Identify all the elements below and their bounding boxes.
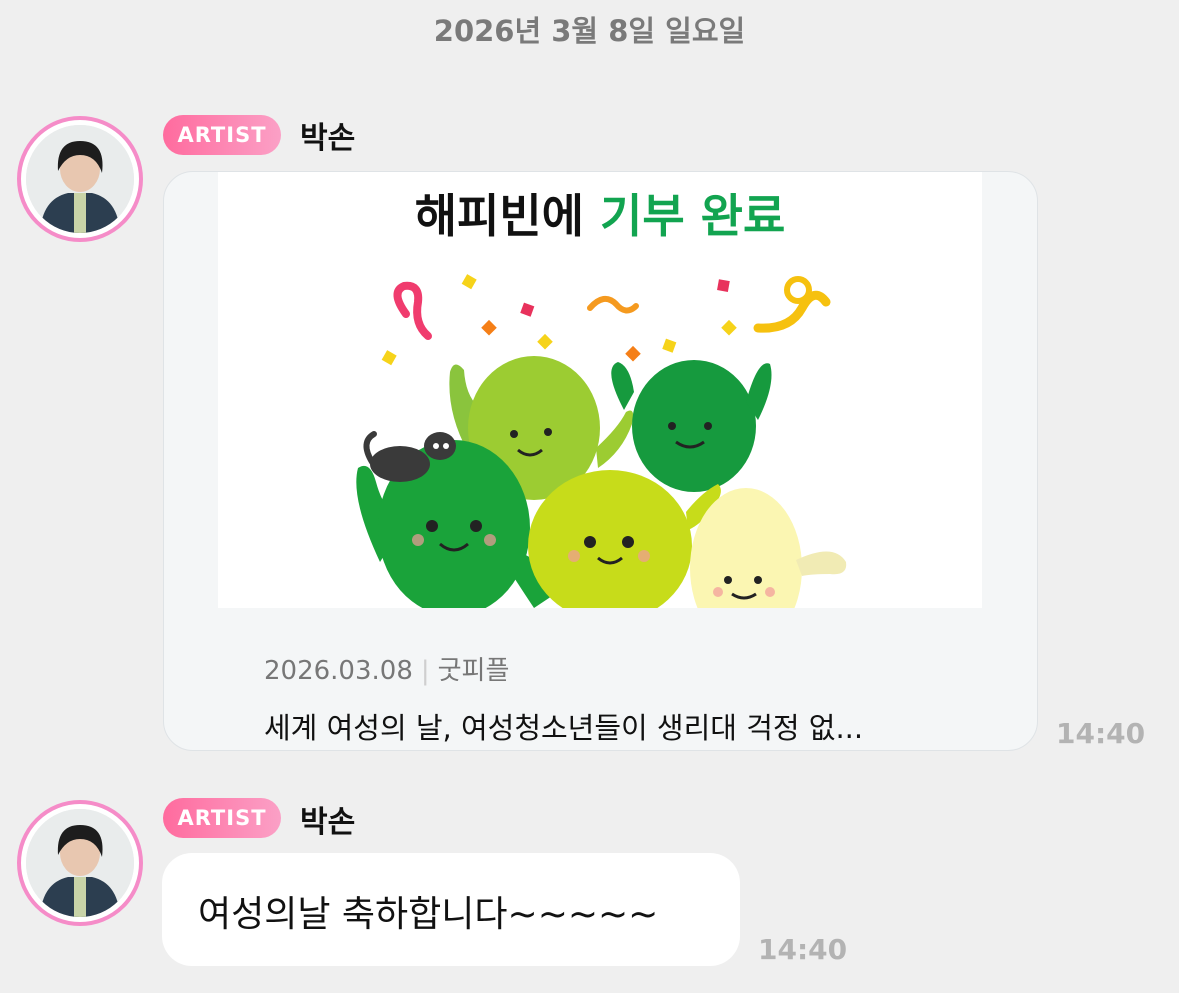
chat-screen: 2026년 3월 8일 일요일 ARTIST 박손 해피빈에 기부 완료 202… (0, 0, 1179, 993)
card-image: 해피빈에 기부 완료 (218, 172, 982, 608)
headline-green-text: 기부 완료 (600, 189, 786, 243)
card-source: 굿피플 (437, 656, 510, 686)
card-date: 2026.03.08 (264, 656, 413, 686)
sender-name[interactable]: 박손 (300, 797, 355, 841)
avatar-photo (26, 125, 134, 233)
message-timestamp: 14:40 (758, 933, 848, 966)
message-timestamp: 14:40 (1056, 717, 1146, 750)
message-text: 여성의날 축하합니다~~~~~ (198, 894, 659, 935)
headline-black-text: 해피빈에 (414, 189, 584, 243)
avatar[interactable] (17, 800, 143, 926)
happybean-characters-illustration (356, 274, 847, 608)
card-headline: 해피빈에 기부 완료 (218, 180, 982, 246)
sender-name[interactable]: 박손 (300, 113, 355, 157)
meta-separator: | (420, 656, 430, 686)
message-bubble[interactable]: 여성의날 축하합니다~~~~~ (162, 853, 740, 966)
artist-badge: ARTIST (163, 798, 281, 838)
avatar-photo (26, 809, 134, 917)
avatar[interactable] (17, 116, 143, 242)
link-preview-card[interactable]: 해피빈에 기부 완료 2026.03.08 | 굿피플 세계 여성의 날, 여성… (163, 171, 1038, 751)
date-divider: 2026년 3월 8일 일요일 (433, 14, 746, 48)
card-meta: 2026.03.08 | 굿피플 (264, 650, 509, 687)
artist-badge: ARTIST (163, 115, 281, 155)
card-title: 세계 여성의 날, 여성청소년들이 생리대 걱정 없... (264, 711, 864, 745)
